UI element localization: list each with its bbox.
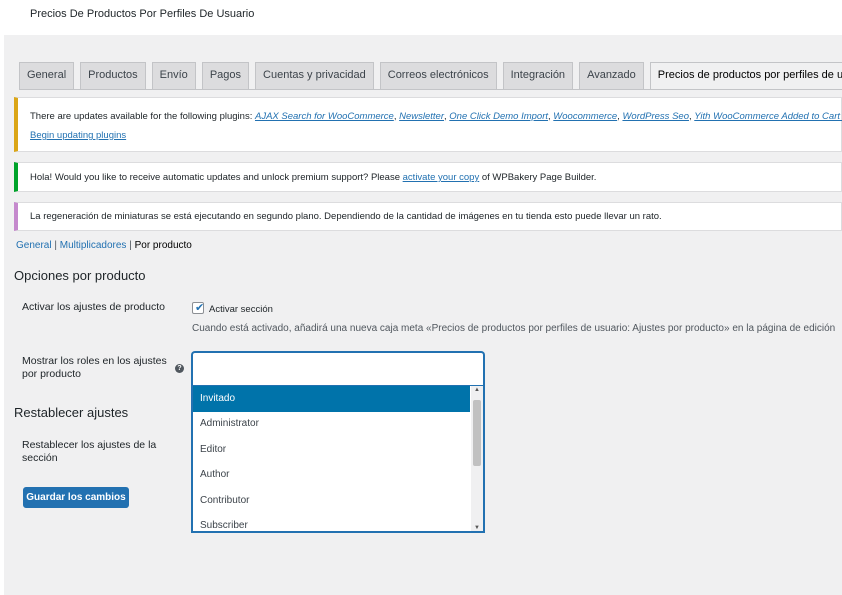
tab-correos[interactable]: Correos electrónicos bbox=[379, 62, 497, 89]
page-header: Precios De Productos Por Perfiles De Usu… bbox=[0, 0, 842, 35]
activate-copy-link[interactable]: activate your copy bbox=[403, 172, 480, 183]
scrollbar-thumb[interactable] bbox=[473, 400, 481, 466]
plugin-link-yith-added-to-cart[interactable]: Yith WooCommerce Added to Cart P bbox=[694, 111, 842, 122]
begin-updating-link[interactable]: Begin updating plugins bbox=[30, 130, 126, 141]
section-title-restablecer: Restablecer ajustes bbox=[14, 405, 129, 420]
activar-seccion-label: Activar sección bbox=[209, 304, 273, 315]
settings-tabs: General Productos Envío Pagos Cuentas y … bbox=[19, 62, 842, 90]
plugin-link-one-click-demo[interactable]: One Click Demo Import bbox=[449, 111, 548, 122]
subnav-general[interactable]: General bbox=[16, 240, 52, 251]
plugin-updates-notice: There are updates available for the foll… bbox=[14, 97, 842, 152]
tab-pagos[interactable]: Pagos bbox=[201, 62, 250, 89]
tabs-divider bbox=[19, 89, 842, 90]
plugin-link-ajax-search[interactable]: AJAX Search for WooCommerce bbox=[255, 111, 394, 122]
plugin-link-wordpress-seo[interactable]: WordPress Seo bbox=[622, 111, 689, 122]
save-button[interactable]: Guardar los cambios bbox=[23, 487, 129, 508]
activar-ajustes-label: Activar los ajustes de producto bbox=[22, 301, 165, 313]
plugin-link-woocommerce[interactable]: Woocommerce bbox=[553, 111, 617, 122]
role-option-invitado[interactable]: Invitado bbox=[193, 386, 470, 412]
checkmark-icon: ✔ bbox=[195, 302, 205, 314]
role-option-contributor[interactable]: Contributor bbox=[193, 488, 470, 514]
plugin-updates-text: There are updates available for the foll… bbox=[30, 111, 842, 122]
scroll-up-arrow-icon[interactable]: ▲ bbox=[474, 387, 480, 393]
tab-cuentas-privacidad[interactable]: Cuentas y privacidad bbox=[255, 62, 374, 89]
dropdown-scrollbar[interactable]: ▲ ▼ bbox=[471, 386, 483, 531]
role-option-author[interactable]: Author bbox=[193, 462, 470, 488]
restablecer-label: Restablecer los ajustes de la sección bbox=[22, 439, 157, 464]
activar-seccion-checkbox[interactable]: ✔ bbox=[192, 302, 204, 314]
role-option-administrator[interactable]: Administrator bbox=[193, 411, 470, 437]
role-option-editor[interactable]: Editor bbox=[193, 437, 470, 463]
tab-precios-perfiles[interactable]: Precios de productos por perfiles de usu… bbox=[649, 62, 842, 90]
tab-avanzado[interactable]: Avanzado bbox=[579, 62, 644, 89]
tab-envio[interactable]: Envío bbox=[151, 62, 196, 89]
settings-content: General Productos Envío Pagos Cuentas y … bbox=[4, 35, 842, 595]
plugin-link-newsletter[interactable]: Newsletter bbox=[399, 111, 444, 122]
roles-multiselect[interactable] bbox=[192, 352, 484, 387]
tab-productos[interactable]: Productos bbox=[80, 62, 146, 89]
subnav-por-producto: Por producto bbox=[134, 240, 192, 251]
wpbakery-notice: Hola! Would you like to receive automati… bbox=[14, 162, 842, 192]
section-title-opciones: Opciones por producto bbox=[14, 268, 146, 283]
activar-description: Cuando está activado, añadirá una nueva … bbox=[192, 323, 836, 334]
regeneration-text: La regeneración de miniaturas se está ej… bbox=[30, 211, 662, 222]
scroll-down-arrow-icon[interactable]: ▼ bbox=[474, 525, 480, 531]
role-option-subscriber[interactable]: Subscriber bbox=[193, 513, 470, 531]
roles-dropdown-list: Invitado Administrator Editor Author Con… bbox=[192, 386, 484, 532]
regeneration-notice: La regeneración de miniaturas se está ej… bbox=[14, 202, 842, 231]
mostrar-roles-label: Mostrar los roles en los ajustes por pro… bbox=[22, 355, 167, 380]
question-icon[interactable]: ? bbox=[175, 364, 184, 373]
page-title: Precios De Productos Por Perfiles De Usu… bbox=[30, 8, 255, 20]
subnav-multiplicadores[interactable]: Multiplicadores bbox=[60, 240, 127, 251]
tab-general[interactable]: General bbox=[19, 62, 75, 89]
section-subnav: General | Multiplicadores | Por producto bbox=[16, 240, 192, 251]
tab-integracion[interactable]: Integración bbox=[502, 62, 574, 89]
